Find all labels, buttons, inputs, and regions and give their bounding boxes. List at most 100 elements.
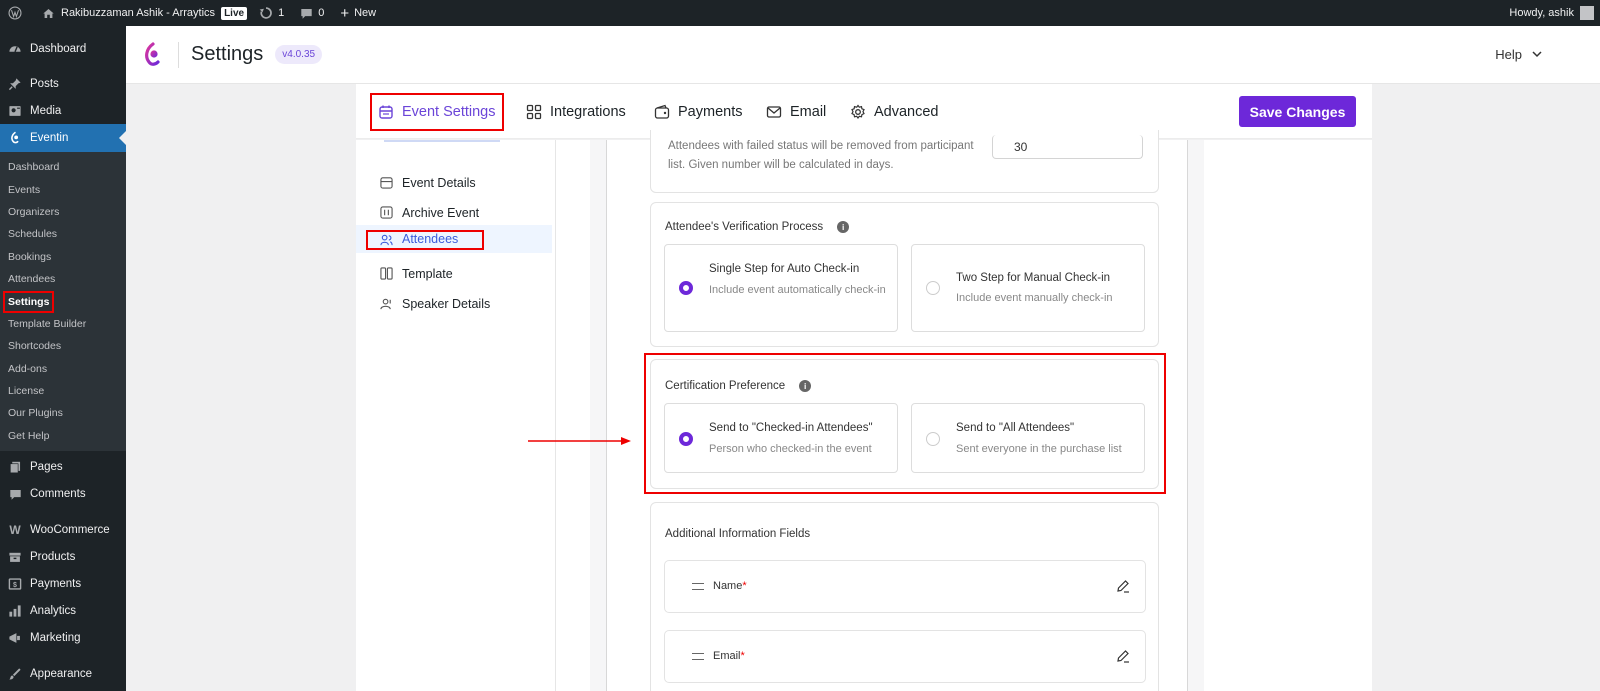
edit-icon[interactable]	[1116, 579, 1130, 593]
wallet-icon	[654, 104, 670, 119]
eventin-icon	[8, 131, 22, 145]
tab-advanced-label: Advanced	[874, 104, 939, 120]
nav-top-divider	[384, 140, 500, 142]
nav-archive-event[interactable]: Archive Event	[356, 199, 552, 226]
menu-analytics-label: Analytics	[30, 605, 77, 618]
submenu-settings[interactable]: Settings	[0, 290, 126, 313]
menu-posts[interactable]: Posts	[0, 70, 126, 98]
menu-media[interactable]: Media	[0, 97, 126, 125]
nav-template[interactable]: Template	[356, 260, 552, 287]
failed-status-description: Attendees with failed status will be rem…	[668, 140, 974, 171]
radio-unchecked[interactable]	[926, 281, 940, 295]
help-dropdown[interactable]: Help	[1495, 47, 1542, 62]
menu-payments-label: Payments	[30, 578, 82, 591]
menu-pages[interactable]: Pages	[0, 453, 126, 481]
tab-advanced[interactable]: Advanced	[850, 97, 939, 127]
submenu-settings-label: Settings	[2, 290, 55, 313]
settings-header: Settings v4.0.35 Help	[126, 26, 1600, 84]
edit-icon[interactable]	[1116, 649, 1130, 663]
header-divider	[178, 41, 179, 68]
tab-event-settings[interactable]: Event Settings	[370, 93, 503, 131]
submenu-organizers[interactable]: Organizers	[0, 201, 126, 223]
menu-marketing-label: Marketing	[30, 632, 81, 645]
woocommerce-icon: W	[9, 523, 21, 538]
verification-option-two-step[interactable]: Two Step for Manual Check-in Include eve…	[911, 244, 1145, 332]
menu-eventin[interactable]: Eventin	[0, 124, 126, 152]
attendees-highlight-box	[366, 230, 484, 250]
menu-products[interactable]: Products	[0, 543, 126, 571]
field-row-name[interactable]: Name*	[664, 560, 1146, 613]
updates-icon	[259, 7, 272, 19]
submenu-events[interactable]: Events	[0, 178, 126, 200]
info-icon[interactable]: i	[837, 221, 850, 233]
field-row-email[interactable]: Email*	[664, 630, 1146, 683]
field-label: Email*	[713, 650, 745, 662]
site-name: Rakibuzzaman Ashik - Arraytics	[61, 7, 216, 19]
new-content-link[interactable]: + New	[334, 0, 382, 26]
save-changes-button[interactable]: Save Changes	[1239, 96, 1356, 127]
submenu-bookings[interactable]: Bookings	[0, 246, 126, 268]
plus-icon: +	[340, 4, 350, 22]
tab-integrations[interactable]: Integrations	[526, 97, 626, 127]
tab-email[interactable]: Email	[766, 97, 826, 127]
updates-link[interactable]: 1	[253, 0, 290, 26]
nav-archive-event-label: Archive Event	[402, 205, 480, 220]
verification-card: Attendee's Verification Process i Single…	[650, 202, 1159, 347]
drag-handle-icon[interactable]	[692, 653, 704, 660]
submenu-license[interactable]: License	[0, 380, 126, 402]
submenu-schedules[interactable]: Schedules	[0, 223, 126, 245]
nav-event-details[interactable]: Event Details	[356, 169, 552, 196]
speaker-icon	[380, 298, 391, 310]
svg-text:$: $	[13, 582, 17, 589]
my-account[interactable]: Howdy, ashik	[1509, 0, 1594, 26]
howdy-text: Howdy, ashik	[1509, 7, 1574, 19]
wordpress-logo-button[interactable]	[0, 0, 28, 26]
nav-attendees[interactable]: Attendees	[356, 225, 552, 253]
calendar-icon	[380, 177, 393, 189]
menu-comments-label: Comments	[30, 488, 86, 501]
radio-checked[interactable]	[679, 281, 693, 295]
additional-fields-title: Additional Information Fields	[665, 528, 811, 540]
admin-bar: Rakibuzzaman Ashik - Arraytics Live 1 0 …	[0, 0, 1600, 26]
dashboard-icon	[8, 42, 22, 56]
option-description: Include event automatically check-in	[709, 284, 886, 296]
menu-appearance[interactable]: Appearance	[0, 660, 126, 688]
mail-icon	[766, 106, 782, 118]
submenu-our-plugins[interactable]: Our Plugins	[0, 402, 126, 424]
media-icon	[8, 104, 22, 118]
menu-woocommerce-label: WooCommerce	[30, 524, 110, 537]
submenu-our-plugins-label: Our Plugins	[8, 407, 63, 420]
submenu-template-builder-label: Template Builder	[8, 317, 87, 330]
comments-count: 0	[318, 7, 325, 19]
submenu-dashboard[interactable]: Dashboard	[0, 156, 126, 178]
site-name-link[interactable]: Rakibuzzaman Ashik - Arraytics Live	[36, 0, 253, 26]
failed-status-days-input[interactable]: 30	[992, 135, 1143, 159]
menu-analytics[interactable]: Analytics	[0, 597, 126, 625]
failed-status-card: Attendees with failed status will be rem…	[650, 130, 1159, 193]
menu-dashboard[interactable]: Dashboard	[0, 35, 126, 63]
menu-woocommerce[interactable]: W WooCommerce	[0, 516, 126, 544]
nav-speaker-details[interactable]: Speaker Details	[356, 290, 552, 317]
submenu-template-builder[interactable]: Template Builder	[0, 313, 126, 335]
submenu-shortcodes[interactable]: Shortcodes	[0, 335, 126, 357]
drag-handle-icon[interactable]	[692, 583, 704, 590]
menu-marketing[interactable]: Marketing	[0, 624, 126, 652]
chevron-down-icon	[1532, 51, 1542, 58]
gear-icon	[851, 104, 865, 119]
submenu-schedules-label: Schedules	[8, 228, 58, 241]
submenu-dashboard-label: Dashboard	[8, 161, 60, 174]
submenu-attendees[interactable]: Attendees	[0, 268, 126, 290]
updates-count: 1	[278, 7, 285, 19]
verification-option-single[interactable]: Single Step for Auto Check-in Include ev…	[664, 244, 898, 332]
submenu-addons[interactable]: Add-ons	[0, 358, 126, 380]
option-title: Two Step for Manual Check-in	[956, 272, 1111, 284]
menu-comments[interactable]: Comments	[0, 480, 126, 508]
field-email-text: Email	[713, 650, 741, 662]
menu-payments[interactable]: $ Payments	[0, 570, 126, 598]
submenu-events-label: Events	[8, 183, 41, 196]
template-icon	[380, 267, 393, 280]
tab-payments[interactable]: Payments	[654, 97, 742, 127]
submenu-get-help[interactable]: Get Help	[0, 425, 126, 447]
pin-icon	[8, 77, 22, 91]
comments-link[interactable]: 0	[294, 0, 330, 26]
